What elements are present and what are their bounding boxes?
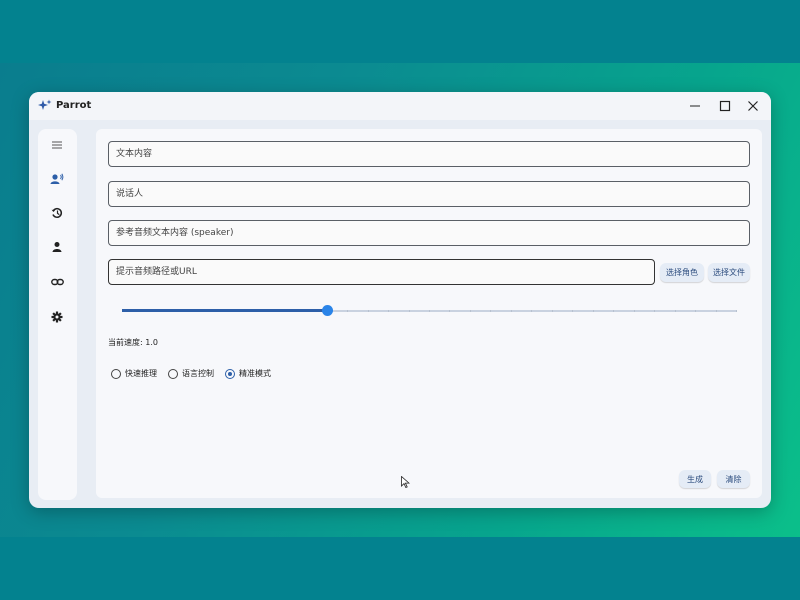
generate-button[interactable]: 生成	[679, 470, 711, 488]
sidebar	[38, 129, 77, 500]
speaker-field[interactable]	[108, 181, 750, 207]
slider-tick	[572, 310, 573, 312]
maximize-icon[interactable]	[715, 96, 735, 116]
menu-icon[interactable]	[46, 134, 68, 156]
slider-tick	[347, 310, 348, 312]
text-content-input[interactable]	[109, 142, 749, 166]
select-file-button[interactable]: 选择文件	[708, 263, 750, 282]
slider-tick	[490, 310, 491, 312]
radio-circle[interactable]	[111, 368, 121, 379]
radio-label: 精准模式	[239, 369, 271, 378]
speed-slider[interactable]	[122, 305, 737, 317]
slider-tick	[409, 310, 410, 312]
window-title: Parrot	[56, 100, 92, 111]
clear-button[interactable]: 清除	[717, 470, 750, 488]
minimize-icon[interactable]	[685, 96, 705, 116]
sparkle-icon	[38, 99, 52, 113]
slider-tick	[470, 310, 471, 312]
slider-thumb[interactable]	[322, 305, 333, 316]
slider-tick	[613, 310, 614, 312]
radio-circle[interactable]	[225, 368, 235, 379]
slider-tick	[552, 310, 553, 312]
slider-tick	[388, 310, 389, 312]
slider-tick	[634, 310, 635, 312]
radio-label: 快速推理	[125, 369, 157, 378]
slider-tick	[593, 310, 594, 312]
reference-text-field[interactable]	[108, 220, 750, 246]
main-panel: 选择角色 选择文件 当前速度: 1.0 快速推理 语言控制 精准模式 生成 清除	[96, 129, 762, 498]
slider-tick	[736, 310, 737, 312]
reference-text-input[interactable]	[109, 221, 749, 245]
mode-radio-group: 快速推理 语言控制 精准模式	[111, 368, 282, 379]
audio-path-input[interactable]	[109, 260, 654, 284]
speaker-input[interactable]	[109, 182, 749, 206]
radio-circle[interactable]	[168, 368, 178, 379]
slider-tick	[531, 310, 532, 312]
app-window: Parrot 文本内容 说话人 参考音频文本内容 (speaker) 提示音频路…	[29, 92, 771, 508]
slider-tick	[429, 310, 430, 312]
slider-tick	[695, 310, 696, 312]
slider-tick	[449, 310, 450, 312]
mouse-cursor-icon	[401, 473, 411, 489]
desktop-band-top	[0, 0, 800, 63]
slider-tick	[368, 310, 369, 312]
title-bar[interactable]: Parrot	[29, 92, 771, 120]
desktop-band-bottom	[0, 537, 800, 600]
settings-gear-icon[interactable]	[46, 306, 68, 328]
audio-path-field[interactable]	[108, 259, 655, 285]
slider-tick	[675, 310, 676, 312]
person-icon[interactable]	[46, 236, 68, 258]
slider-tick	[511, 310, 512, 312]
mode-radio[interactable]: 语言控制	[168, 368, 214, 379]
voice-user-icon[interactable]	[46, 168, 68, 190]
slider-tick	[716, 310, 717, 312]
history-icon[interactable]	[46, 202, 68, 224]
close-icon[interactable]	[743, 96, 763, 116]
radio-label: 语言控制	[182, 369, 214, 378]
link-icon[interactable]	[46, 271, 68, 293]
slider-tick	[654, 310, 655, 312]
speed-label: 当前速度: 1.0	[108, 338, 158, 347]
mode-radio[interactable]: 精准模式	[225, 368, 271, 379]
mode-radio[interactable]: 快速推理	[111, 368, 157, 379]
slider-fill	[122, 309, 327, 312]
text-content-field[interactable]	[108, 141, 750, 167]
select-role-button[interactable]: 选择角色	[660, 263, 704, 282]
